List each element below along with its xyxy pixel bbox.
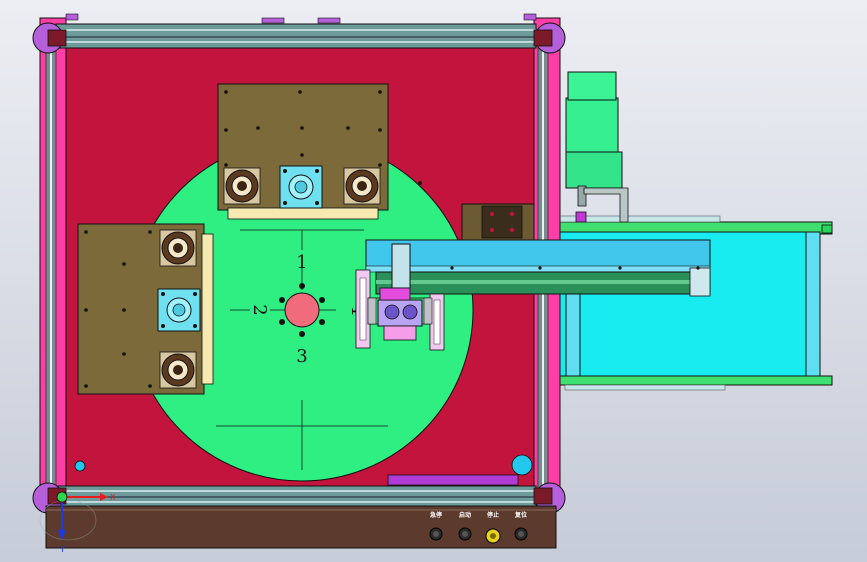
frame-bottom-rail	[55, 485, 537, 507]
indicator-light-right	[511, 454, 533, 476]
turntable-hub	[284, 292, 320, 328]
panel-label-emergency: 急停	[430, 511, 442, 519]
motor-coupling	[575, 211, 587, 223]
bottom-guard-strip	[387, 474, 519, 486]
conveyor-cap-right	[821, 224, 833, 234]
conveyor-guide-strip	[564, 384, 726, 391]
motor-body	[565, 97, 619, 155]
triad-x-label: X	[110, 493, 116, 502]
bearing-seat-left-bottom	[159, 351, 197, 389]
fixture-plate-top[interactable]	[217, 83, 389, 220]
bearing-seat-left-top	[159, 229, 197, 267]
bearing-seat-top-left	[223, 167, 261, 205]
conveyor-front-frame	[559, 375, 833, 386]
control-panel: 急停 启动 停止 复位	[45, 505, 557, 549]
panel-label-stop: 停止	[487, 511, 499, 519]
conveyor-roller-left	[565, 289, 581, 377]
fixture-plate-left[interactable]	[77, 223, 214, 395]
servo-block-left	[157, 288, 201, 332]
triad-origin	[56, 491, 68, 503]
conveyor-roller-right	[805, 231, 821, 379]
bearing-seat-top-right	[343, 167, 381, 205]
gantry-slider	[391, 243, 411, 289]
panel-label-reset: 复位	[514, 511, 527, 519]
cad-viewport[interactable]: 1 2 3 4	[0, 0, 867, 562]
station-label-1: 1	[296, 252, 307, 273]
servo-block-top	[279, 165, 323, 209]
station-label-2: 2	[249, 304, 270, 315]
frame-top-rail	[55, 23, 537, 49]
motor-cap	[567, 71, 617, 101]
assembly-drawing: 1 2 3 4	[0, 0, 867, 562]
station-label-3: 3	[296, 346, 307, 367]
gantry-rail-cyan	[365, 239, 711, 269]
triad-y-label: Y	[59, 545, 65, 554]
indicator-light-left	[74, 460, 86, 472]
control-panel-body	[45, 505, 557, 549]
motor-flange	[565, 151, 623, 189]
panel-label-start: 启动	[459, 511, 471, 519]
